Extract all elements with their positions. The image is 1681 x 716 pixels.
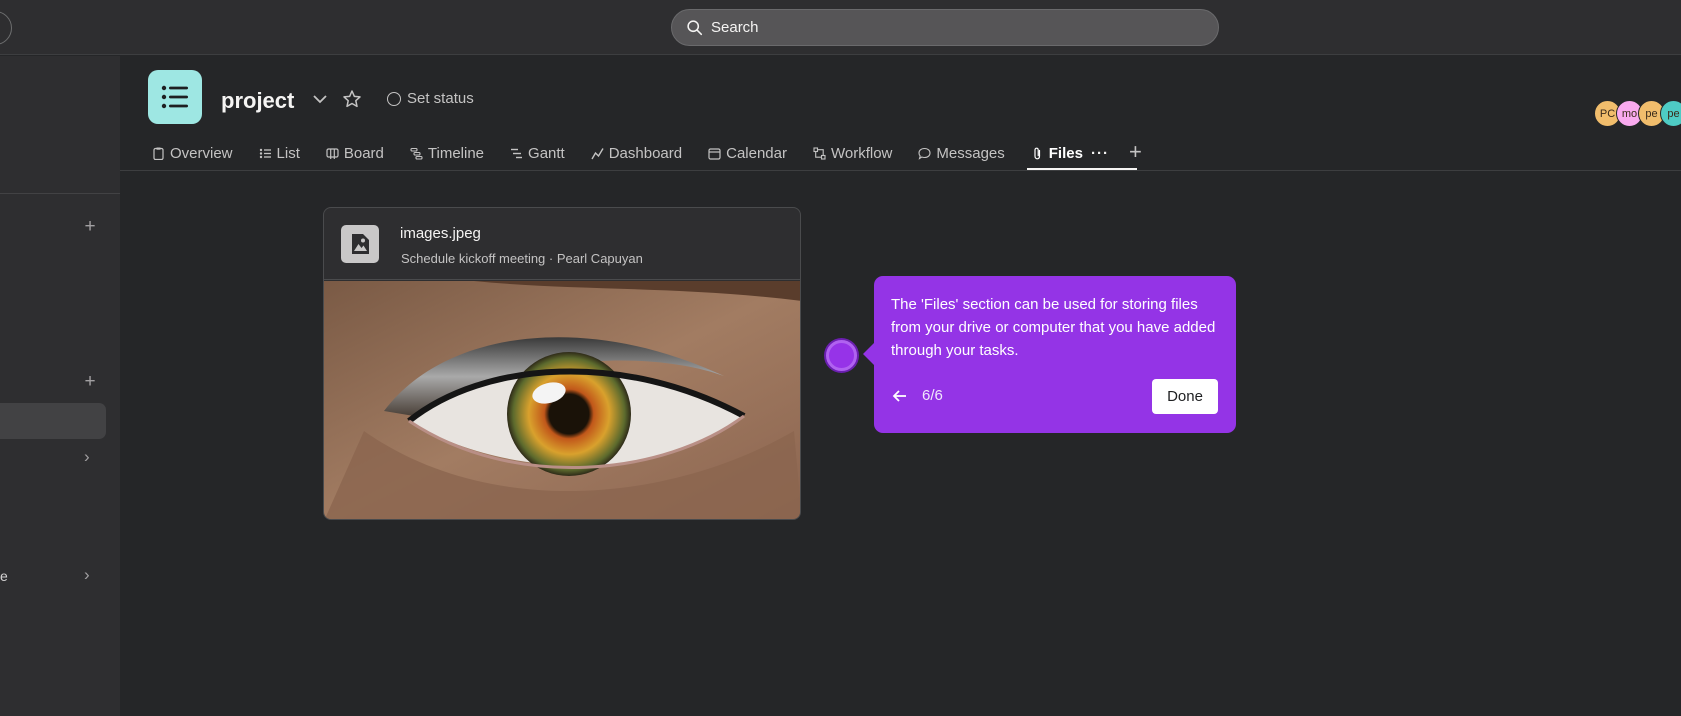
list-icon xyxy=(161,85,188,109)
top-bar: Search xyxy=(0,0,1681,55)
workflow-icon xyxy=(813,146,826,160)
tab-label: List xyxy=(276,144,300,162)
file-card-header: images.jpeg Schedule kickoff meeting · P… xyxy=(324,208,800,280)
project-tabs: Overview List Board Timeline Gantt Dashb… xyxy=(152,141,1142,170)
file-subtitle[interactable]: Schedule kickoff meeting · Pearl Capuyan xyxy=(401,251,643,266)
member-avatars[interactable]: PC mo pe pe xyxy=(1594,100,1681,127)
tab-workflow[interactable]: Workflow xyxy=(813,141,892,165)
done-button[interactable]: Done xyxy=(1152,379,1218,414)
sidebar-chevron-right-icon-2[interactable]: › xyxy=(84,566,96,583)
tab-board[interactable]: Board xyxy=(326,141,384,165)
file-card[interactable]: images.jpeg Schedule kickoff meeting · P… xyxy=(323,207,801,520)
tour-tooltip: The 'Files' section can be used for stor… xyxy=(874,276,1236,433)
search-icon xyxy=(687,20,703,36)
eye-image-preview[interactable] xyxy=(324,281,801,520)
tab-label: Overview xyxy=(170,144,233,162)
tab-label: Messages xyxy=(936,144,1005,162)
tab-label: Board xyxy=(343,144,384,162)
search-bar[interactable]: Search xyxy=(671,9,1219,46)
sidebar-divider xyxy=(0,193,120,194)
tab-list[interactable]: List xyxy=(259,141,300,165)
tab-calendar[interactable]: Calendar xyxy=(708,141,787,165)
search-label: Search xyxy=(711,19,759,36)
sidebar: + + › e › xyxy=(0,56,120,716)
image-file-icon xyxy=(341,225,379,263)
set-status-button[interactable]: Set status xyxy=(387,90,474,107)
tab-label: Files xyxy=(1048,144,1083,162)
status-circle-icon xyxy=(387,91,401,106)
tab-timeline[interactable]: Timeline xyxy=(410,141,484,165)
sidebar-add-project-button[interactable]: + xyxy=(83,372,97,391)
tab-label: Dashboard xyxy=(608,144,683,162)
avatar[interactable]: pe xyxy=(1660,100,1681,127)
tab-messages[interactable]: Messages xyxy=(918,141,1005,165)
project-title[interactable]: project xyxy=(221,88,294,114)
star-icon[interactable] xyxy=(342,89,362,109)
tab-label: Timeline xyxy=(427,144,485,162)
tab-label: Calendar xyxy=(726,144,787,162)
calendar-icon xyxy=(708,147,721,160)
tab-gantt[interactable]: Gantt xyxy=(510,141,565,165)
gantt-icon xyxy=(511,148,523,158)
file-name[interactable]: images.jpeg xyxy=(400,225,481,242)
arrow-left-icon[interactable] xyxy=(892,388,908,404)
menu-toggle-button[interactable] xyxy=(0,11,12,45)
tab-overview[interactable]: Overview xyxy=(152,141,233,165)
tooltip-step-counter: 6/6 xyxy=(922,387,943,404)
timeline-icon xyxy=(410,147,423,160)
sidebar-chevron-right-icon[interactable]: › xyxy=(84,448,96,465)
sidebar-add-button[interactable]: + xyxy=(83,217,97,236)
clipboard-icon xyxy=(153,147,164,160)
tab-label: Workflow xyxy=(830,144,893,162)
tooltip-text: The 'Files' section can be used for stor… xyxy=(891,296,1216,359)
sidebar-item-label[interactable]: e xyxy=(0,568,8,584)
paperclip-icon xyxy=(1034,147,1040,159)
tab-label: Gantt xyxy=(528,144,565,162)
tabs-divider xyxy=(120,170,1681,171)
project-icon[interactable] xyxy=(148,70,202,124)
tab-dashboard[interactable]: Dashboard xyxy=(591,141,682,165)
board-icon xyxy=(326,147,339,159)
add-tab-button[interactable]: + xyxy=(1129,141,1142,163)
set-status-label: Set status xyxy=(407,90,474,107)
more-options-icon[interactable]: ··· xyxy=(1091,145,1109,162)
chevron-down-icon[interactable] xyxy=(311,90,329,108)
message-icon xyxy=(918,147,931,160)
dashboard-icon xyxy=(591,147,604,159)
tab-files[interactable]: Files ··· xyxy=(1026,141,1138,170)
sidebar-active-item[interactable] xyxy=(0,403,106,439)
list-icon xyxy=(259,148,271,158)
tour-hotspot[interactable] xyxy=(826,340,857,371)
